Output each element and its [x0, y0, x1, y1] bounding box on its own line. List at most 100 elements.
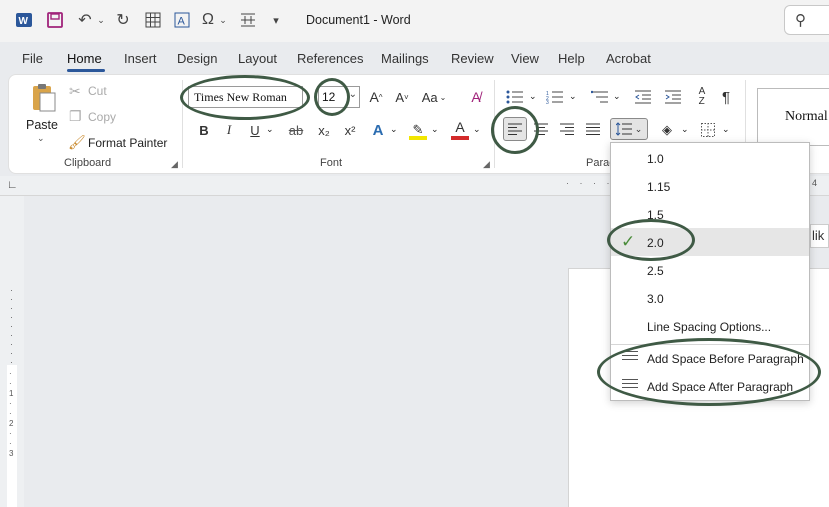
paste-dropdown-icon[interactable]: ⌄ — [37, 133, 45, 144]
font-launcher-icon[interactable]: ◢ — [483, 159, 490, 170]
font-color-bar — [451, 136, 469, 140]
subscript-button[interactable]: x₂ — [315, 121, 333, 139]
underline-button[interactable]: U — [247, 121, 263, 139]
line-spacing-menu: 1.0 1.15 1.5 ✓ 2.0 2.5 3.0 Line Spacing O… — [610, 142, 810, 401]
document-title: Document1 - Word — [306, 13, 411, 27]
text-effects-icon[interactable]: A — [369, 120, 387, 140]
save-icon[interactable] — [45, 9, 65, 31]
underline-dropdown-icon[interactable]: ⌄ — [266, 124, 274, 135]
shading-icon[interactable]: ◈ — [657, 120, 677, 140]
numbering-dropdown-icon[interactable]: ⌄ — [569, 91, 577, 102]
redo-icon[interactable]: ↻ — [113, 9, 133, 31]
tab-file[interactable]: File — [22, 51, 43, 66]
ruler-ticks: ········· — [10, 285, 13, 367]
multilevel-dropdown-icon[interactable]: ⌄ — [613, 91, 621, 102]
table-icon[interactable] — [143, 9, 163, 31]
italic-button[interactable]: I — [221, 121, 237, 139]
bold-button[interactable]: B — [196, 121, 212, 139]
font-color-dropdown-icon[interactable]: ⌄ — [473, 124, 481, 135]
divider — [182, 80, 183, 168]
chevron-down-icon: ⌄ — [634, 123, 643, 134]
divider — [494, 80, 495, 168]
bullets-icon[interactable] — [505, 88, 525, 106]
change-case-button[interactable]: Aa ⌄ — [420, 88, 448, 106]
customize-icon[interactable]: ▾ — [268, 9, 284, 31]
add-space-before-item[interactable]: Add Space Before Paragraph — [611, 344, 809, 372]
tab-review[interactable]: Review — [451, 51, 494, 66]
highlight-dropdown-icon[interactable]: ⌄ — [431, 124, 439, 135]
line-spacing-options-item[interactable]: Line Spacing Options... — [611, 312, 809, 340]
clipboard-launcher-icon[interactable]: ◢ — [171, 159, 178, 170]
font-family-input[interactable]: Times New Roman — [188, 86, 303, 108]
line-spacing-button[interactable]: ⌄ — [610, 118, 648, 140]
text-effects-dropdown-icon[interactable]: ⌄ — [390, 124, 398, 135]
increase-indent-icon[interactable] — [664, 88, 682, 106]
clear-formatting-icon[interactable]: A̸ — [466, 87, 486, 107]
strikethrough-button[interactable]: ab — [286, 121, 306, 139]
tab-insert[interactable]: Insert — [124, 51, 157, 66]
sort-icon[interactable]: AZ — [692, 87, 712, 107]
option-label: 1.0 — [647, 152, 664, 166]
align-left-button[interactable] — [503, 117, 527, 141]
font-size-input[interactable]: 12 ⌄ — [318, 86, 360, 108]
multilevel-list-icon[interactable] — [590, 88, 610, 106]
numbering-icon[interactable]: 123 — [545, 88, 565, 106]
line-spacing-option[interactable]: 3.0 — [611, 284, 809, 312]
line-spacing-option[interactable]: 2.5 — [611, 256, 809, 284]
symbol-dropdown-icon[interactable]: ⌄ — [218, 9, 228, 31]
tab-help[interactable]: Help — [558, 51, 585, 66]
tab-home[interactable]: Home — [67, 51, 102, 66]
add-space-after-item[interactable]: Add Space After Paragraph — [611, 372, 809, 400]
symbol-icon[interactable]: Ω — [198, 9, 218, 31]
line-spacing-option[interactable]: 1.5 — [611, 200, 809, 228]
option-label: 3.0 — [647, 292, 664, 306]
undo-icon[interactable]: ↶ — [74, 9, 96, 31]
bullets-dropdown-icon[interactable]: ⌄ — [529, 91, 537, 102]
tab-view[interactable]: View — [511, 51, 539, 66]
tab-design[interactable]: Design — [177, 51, 217, 66]
line-spacing-option[interactable]: 1.0 — [611, 144, 809, 172]
line-spacing-option[interactable]: 1.15 — [611, 172, 809, 200]
tab-selector-icon[interactable]: ∟ — [7, 179, 18, 191]
grow-font-button[interactable]: A ^ — [366, 88, 386, 106]
check-icon: ✓ — [621, 232, 636, 251]
decrease-indent-icon[interactable] — [634, 88, 652, 106]
option-label: 2.0 — [647, 236, 664, 250]
copy-icon[interactable]: ❐ — [69, 108, 82, 125]
tab-layout[interactable]: Layout — [238, 51, 277, 66]
copy-button[interactable]: Copy — [88, 110, 116, 124]
align-right-button[interactable] — [559, 121, 575, 137]
ruler-number: 4 — [812, 178, 818, 188]
spacing-icon[interactable] — [238, 9, 258, 31]
tab-mailings[interactable]: Mailings — [381, 51, 429, 66]
justify-button[interactable] — [585, 121, 601, 137]
word-app-icon[interactable]: W — [14, 9, 34, 31]
vertical-ruler-margin: ··1··2··3 — [7, 365, 17, 507]
cut-icon[interactable]: ✂ — [69, 83, 81, 100]
font-size-value: 12 — [322, 90, 336, 104]
font-color-icon[interactable]: A — [450, 118, 470, 136]
tab-references[interactable]: References — [297, 51, 363, 66]
style-normal[interactable]: Normal — [757, 88, 829, 146]
borders-icon[interactable] — [699, 121, 717, 139]
shading-dropdown-icon[interactable]: ⌄ — [681, 124, 689, 135]
tab-acrobat[interactable]: Acrobat — [606, 51, 651, 66]
align-center-button[interactable] — [533, 121, 549, 137]
format-painter-button[interactable]: Format Painter — [88, 136, 167, 150]
shrink-font-button[interactable]: A ˅ — [392, 88, 412, 106]
show-formatting-button[interactable]: ¶ — [717, 88, 735, 106]
undo-dropdown-icon[interactable]: ⌄ — [96, 9, 106, 31]
search-icon: ⚲ — [795, 12, 806, 29]
search-box[interactable]: ⚲ — [784, 5, 829, 35]
cut-button[interactable]: Cut — [88, 84, 107, 98]
style-normal-label: Normal — [785, 109, 828, 124]
paste-button[interactable]: Paste — [26, 118, 58, 132]
text-box-icon[interactable]: A — [172, 9, 192, 31]
borders-dropdown-icon[interactable]: ⌄ — [722, 124, 730, 135]
format-painter-icon[interactable]: 🖌 — [68, 134, 86, 151]
superscript-button[interactable]: x² — [341, 121, 359, 139]
ruler-ticks: ··1··2··3 — [9, 369, 14, 458]
svg-text:W: W — [19, 16, 29, 27]
line-spacing-option-selected[interactable]: ✓ 2.0 — [611, 228, 809, 256]
paste-icon[interactable] — [28, 82, 58, 114]
